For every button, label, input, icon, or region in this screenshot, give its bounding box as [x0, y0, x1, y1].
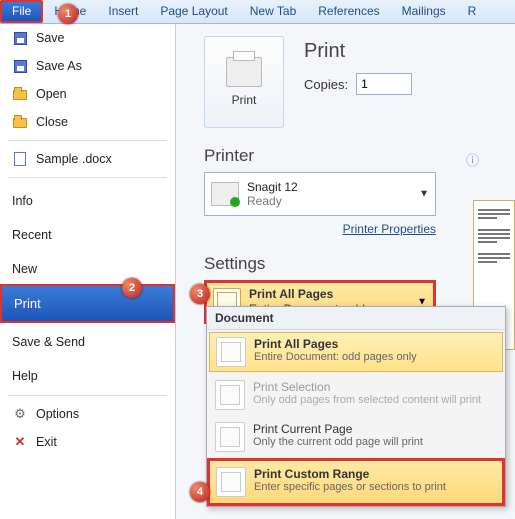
divider: [8, 395, 167, 396]
backstage-nav: Save Save As Open Close Sample .docx Inf…: [0, 24, 176, 519]
nav-recent[interactable]: Recent: [0, 216, 175, 250]
printer-select[interactable]: Snagit 12 Ready ▼: [204, 172, 436, 216]
nav-help[interactable]: Help: [0, 357, 175, 391]
nav-exit-label: Exit: [36, 435, 57, 449]
nav-sample-doc[interactable]: Sample .docx: [0, 145, 175, 173]
pages-icon: [215, 380, 245, 410]
settings-sel-title: Print All Pages: [249, 287, 333, 301]
callout-3: 3: [190, 284, 210, 304]
nav-save-as-label: Save As: [36, 59, 82, 73]
tab-file[interactable]: File: [0, 0, 43, 23]
callout-1: 1: [58, 4, 78, 24]
open-icon: [12, 86, 28, 102]
opt-sub: Only the current odd page will print: [253, 436, 423, 448]
gear-icon: [12, 406, 28, 422]
opt-title: Print All Pages: [254, 337, 338, 351]
option-print-custom-range[interactable]: Print Custom RangeEnter specific pages o…: [207, 458, 505, 506]
opt-title: Print Current Page: [253, 422, 423, 436]
nav-save-send[interactable]: Save & Send: [0, 323, 175, 357]
opt-title: Print Selection: [253, 380, 481, 394]
copies-input[interactable]: [356, 73, 412, 95]
opt-sub: Enter specific pages or sections to prin…: [254, 481, 446, 493]
nav-new[interactable]: New: [0, 250, 175, 284]
page-icon: [215, 422, 245, 452]
printer-status-icon: [211, 182, 239, 206]
nav-close-label: Close: [36, 115, 68, 129]
nav-print[interactable]: Print: [0, 284, 175, 323]
pages-range-icon: [216, 467, 246, 497]
info-icon[interactable]: ⓘ: [466, 150, 479, 169]
dropdown-section-header: Document: [207, 307, 505, 330]
nav-close[interactable]: Close: [0, 108, 175, 136]
pages-icon: [216, 337, 246, 367]
divider: [8, 140, 167, 141]
tab-new-tab[interactable]: New Tab: [239, 0, 307, 23]
pages-dropdown: Document Print All PagesEntire Document:…: [206, 306, 506, 507]
save-as-icon: [12, 58, 28, 74]
nav-options-label: Options: [36, 407, 79, 421]
printer-icon: [226, 57, 262, 87]
nav-info[interactable]: Info: [0, 182, 175, 216]
nav-open-label: Open: [36, 87, 67, 101]
nav-sample-label: Sample .docx: [36, 152, 112, 166]
print-button-label: Print: [232, 93, 257, 107]
printer-heading: Printer: [204, 146, 503, 166]
chevron-down-icon: ▼: [419, 189, 429, 200]
opt-sub: Only odd pages from selected content wil…: [253, 394, 481, 406]
printer-name: Snagit 12: [247, 180, 298, 194]
printer-properties-link[interactable]: Printer Properties: [204, 222, 436, 236]
divider: [8, 177, 167, 178]
nav-save-as[interactable]: Save As: [0, 52, 175, 80]
save-icon: [12, 30, 28, 46]
nav-open[interactable]: Open: [0, 80, 175, 108]
nav-save[interactable]: Save: [0, 24, 175, 52]
print-heading: Print: [304, 40, 412, 63]
tab-page-layout[interactable]: Page Layout: [149, 0, 238, 23]
tab-insert[interactable]: Insert: [97, 0, 149, 23]
callout-2: 2: [122, 278, 142, 298]
option-print-all-pages[interactable]: Print All PagesEntire Document: odd page…: [209, 332, 503, 372]
opt-sub: Entire Document: odd pages only: [254, 351, 417, 363]
option-print-current-page[interactable]: Print Current PageOnly the current odd p…: [207, 416, 505, 458]
tab-references[interactable]: References: [307, 0, 390, 23]
option-print-selection: Print SelectionOnly odd pages from selec…: [207, 374, 505, 416]
nav-exit[interactable]: ✕ Exit: [0, 428, 175, 456]
callout-4: 4: [190, 482, 210, 502]
exit-icon: ✕: [12, 434, 28, 450]
copies-label: Copies:: [304, 77, 348, 92]
tab-mailings[interactable]: Mailings: [391, 0, 457, 23]
print-button[interactable]: Print: [204, 36, 284, 128]
nav-options[interactable]: Options: [0, 400, 175, 428]
close-icon: [12, 114, 28, 130]
document-icon: [12, 151, 28, 167]
opt-title: Print Custom Range: [254, 467, 369, 481]
tab-cut[interactable]: R: [457, 0, 488, 23]
printer-status: Ready: [247, 194, 298, 208]
nav-save-label: Save: [36, 31, 65, 45]
settings-heading: Settings: [204, 254, 503, 274]
